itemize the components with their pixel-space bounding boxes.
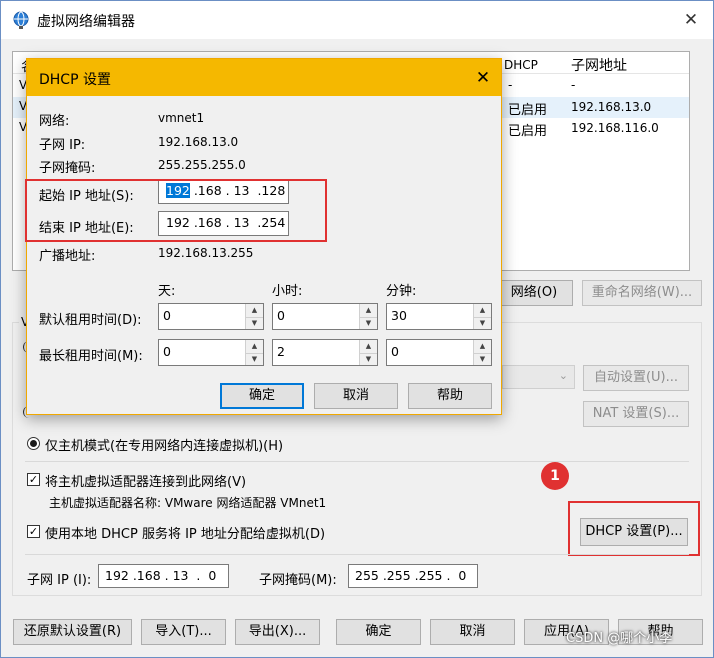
add-network-button[interactable]: 网络(O) bbox=[495, 280, 573, 306]
broadcast-label: 广播地址: bbox=[39, 249, 96, 264]
spin-up-icon[interactable]: ▲ bbox=[246, 304, 263, 318]
subnet-ip-value: 192.168.13.0 bbox=[158, 135, 239, 149]
separator bbox=[25, 554, 689, 555]
connect-adapter-checkbox[interactable]: ✓ bbox=[27, 473, 40, 486]
minutes-column-label: 分钟: bbox=[386, 284, 417, 299]
host-only-label[interactable]: 仅主机模式(在专用网络内连接虚拟机)(H) bbox=[45, 435, 283, 454]
close-icon[interactable]: ✕ bbox=[469, 65, 497, 91]
chevron-down-icon: ⌄ bbox=[558, 369, 568, 382]
dialog-title: DHCP 设置 bbox=[39, 72, 111, 88]
spin-down-icon[interactable]: ▼ bbox=[360, 317, 377, 330]
import-button[interactable]: 导入(T)... bbox=[141, 619, 226, 645]
default-lease-label: 默认租用时间(D): bbox=[39, 313, 142, 328]
dhcp-settings-dialog: DHCP 设置 ✕ 网络: vmnet1 子网 IP: 192.168.13.0… bbox=[25, 58, 502, 415]
max-lease-days-spinner[interactable]: 0 ▲ ▼ bbox=[158, 339, 264, 366]
spin-up-icon[interactable]: ▲ bbox=[360, 304, 377, 318]
dhcp-help-button[interactable]: 帮助 bbox=[408, 383, 492, 409]
spin-down-icon[interactable]: ▼ bbox=[246, 317, 263, 330]
spin-down-icon[interactable]: ▼ bbox=[474, 317, 491, 330]
host-only-radio[interactable] bbox=[27, 437, 40, 450]
dhcp-titlebar: DHCP 设置 ✕ bbox=[27, 59, 501, 96]
use-dhcp-checkbox[interactable]: ✓ bbox=[27, 525, 40, 538]
restore-defaults-button[interactable]: 还原默认设置(R) bbox=[13, 619, 132, 645]
subnet-mask-field[interactable]: 255 .255 .255 . 0 bbox=[348, 564, 478, 588]
watermark-text: CSDN @哪个小李 bbox=[566, 631, 673, 646]
spin-down-icon[interactable]: ▼ bbox=[474, 353, 491, 366]
export-button[interactable]: 导出(X)... bbox=[235, 619, 320, 645]
network-value: vmnet1 bbox=[158, 111, 205, 125]
dhcp-cancel-button[interactable]: 取消 bbox=[314, 383, 398, 409]
subnet-ip-field[interactable]: 192 .168 . 13 . 0 bbox=[98, 564, 229, 588]
header-subnet[interactable]: 子网地址 bbox=[571, 55, 627, 75]
spin-up-icon[interactable]: ▲ bbox=[474, 340, 491, 354]
adapter-name-text: 主机虚拟适配器名称: VMware 网络适配器 VMnet1 bbox=[49, 496, 327, 510]
subnet-ip-label: 子网 IP (I): bbox=[27, 573, 92, 588]
nat-setting-button[interactable]: NAT 设置(S)... bbox=[583, 401, 689, 427]
subnet-ip-label: 子网 IP: bbox=[39, 138, 86, 153]
spin-up-icon[interactable]: ▲ bbox=[360, 340, 377, 354]
subnet-mask-label: 子网掩码(M): bbox=[259, 573, 337, 588]
radio-selected-dot bbox=[30, 440, 37, 447]
separator bbox=[25, 461, 689, 462]
broadcast-value: 192.168.13.255 bbox=[158, 246, 254, 260]
use-dhcp-label[interactable]: 使用本地 DHCP 服务将 IP 地址分配给虚拟机(D) bbox=[45, 523, 325, 542]
globe-icon bbox=[13, 11, 29, 29]
network-label: 网络: bbox=[39, 114, 70, 129]
max-lease-hours-spinner[interactable]: 2 ▲ ▼ bbox=[272, 339, 378, 366]
spin-down-icon[interactable]: ▼ bbox=[246, 353, 263, 366]
subnet-mask-label: 子网掩码: bbox=[39, 161, 96, 176]
default-lease-minutes-spinner[interactable]: 30 ▲ ▼ bbox=[386, 303, 492, 330]
highlight-box-ip-range bbox=[25, 179, 327, 242]
bridge-adapter-select[interactable]: ⌄ bbox=[502, 365, 575, 389]
close-icon[interactable]: ✕ bbox=[677, 7, 705, 33]
spin-up-icon[interactable]: ▲ bbox=[246, 340, 263, 354]
ok-button[interactable]: 确定 bbox=[336, 619, 421, 645]
annotation-badge: 1 bbox=[541, 462, 569, 490]
default-lease-hours-spinner[interactable]: 0 ▲ ▼ bbox=[272, 303, 378, 330]
header-dhcp[interactable]: DHCP bbox=[504, 58, 538, 72]
highlight-box-dhcp-button bbox=[568, 501, 700, 556]
main-titlebar: 虚拟网络编辑器 ✕ bbox=[1, 1, 713, 39]
connect-adapter-label[interactable]: 将主机虚拟适配器连接到此网络(V) bbox=[45, 471, 246, 490]
hours-column-label: 小时: bbox=[272, 284, 303, 299]
default-lease-days-spinner[interactable]: 0 ▲ ▼ bbox=[158, 303, 264, 330]
spin-down-icon[interactable]: ▼ bbox=[360, 353, 377, 366]
days-column-label: 天: bbox=[158, 284, 176, 299]
spin-up-icon[interactable]: ▲ bbox=[474, 304, 491, 318]
window-title: 虚拟网络编辑器 bbox=[37, 14, 135, 30]
auto-setting-button[interactable]: 自动设置(U)... bbox=[583, 365, 689, 391]
cancel-button[interactable]: 取消 bbox=[430, 619, 515, 645]
rename-network-button[interactable]: 重命名网络(W)... bbox=[582, 280, 702, 306]
max-lease-minutes-spinner[interactable]: 0 ▲ ▼ bbox=[386, 339, 492, 366]
max-lease-label: 最长租用时间(M): bbox=[39, 349, 143, 364]
subnet-mask-value: 255.255.255.0 bbox=[158, 158, 246, 172]
dhcp-ok-button[interactable]: 确定 bbox=[220, 383, 304, 409]
